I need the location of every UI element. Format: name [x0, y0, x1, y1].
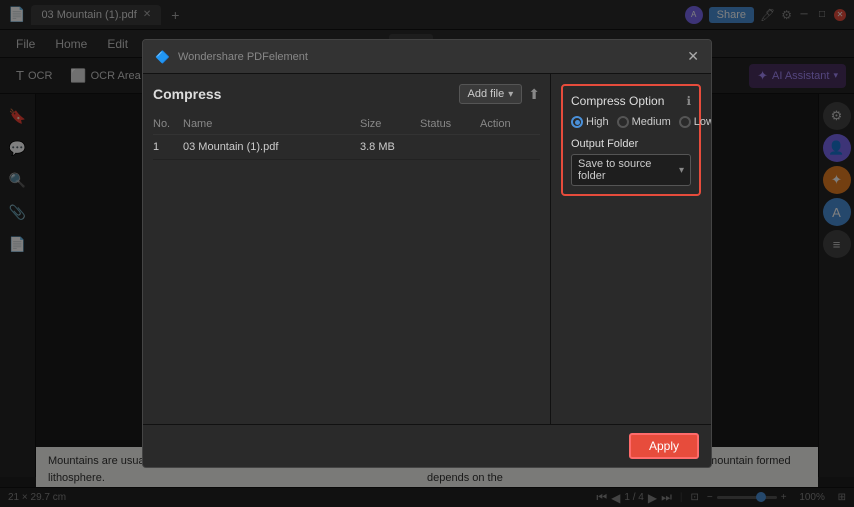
radio-medium-dot	[617, 116, 629, 128]
file-list-header: Compress Add file ▾ ⬆	[153, 84, 540, 104]
radio-low-dot	[679, 116, 691, 128]
compress-modal: 🔷 Wondershare PDFelement ✕ Compress Add …	[142, 39, 712, 468]
radio-medium[interactable]: Medium	[617, 116, 671, 128]
output-folder-chevron-icon: ▾	[679, 165, 684, 176]
col-status: Status	[420, 118, 480, 130]
file-list-actions: Add file ▾ ⬆	[459, 84, 540, 104]
radio-medium-label: Medium	[632, 116, 671, 128]
modal-body: Compress Add file ▾ ⬆ No. Name Size	[143, 74, 711, 424]
file-table: No. Name Size Status Action 1 03 Mountai…	[153, 114, 540, 160]
radio-high-dot	[571, 116, 583, 128]
modal-header: 🔷 Wondershare PDFelement ✕	[143, 40, 711, 74]
add-file-label: Add file	[468, 88, 505, 100]
radio-high-label: High	[586, 116, 609, 128]
quality-radio-group: High Medium Low	[571, 116, 691, 128]
col-size: Size	[360, 118, 420, 130]
row-no: 1	[153, 141, 183, 153]
modal-footer: Apply	[143, 424, 711, 467]
row-name: 03 Mountain (1).pdf	[183, 141, 360, 153]
add-file-button[interactable]: Add file ▾	[459, 84, 523, 104]
apply-button[interactable]: Apply	[629, 433, 699, 459]
file-list-panel: Compress Add file ▾ ⬆ No. Name Size	[143, 74, 551, 424]
upload-icon[interactable]: ⬆	[528, 86, 540, 103]
compress-info-icon[interactable]: ℹ	[686, 94, 691, 108]
row-size: 3.8 MB	[360, 141, 420, 153]
radio-low[interactable]: Low	[679, 116, 712, 128]
compress-title: Compress	[153, 86, 221, 102]
compress-options-title: Compress Option	[571, 94, 664, 108]
add-file-dropdown-icon: ▾	[508, 89, 513, 100]
table-row: 1 03 Mountain (1).pdf 3.8 MB	[153, 135, 540, 160]
compress-options-section: Compress Option ℹ High Medium	[561, 84, 701, 196]
table-header: No. Name Size Status Action	[153, 114, 540, 135]
output-folder-label: Output Folder	[571, 138, 691, 150]
radio-low-label: Low	[694, 116, 712, 128]
col-action: Action	[480, 118, 540, 130]
wondershare-logo-icon: 🔷	[155, 50, 170, 64]
modal-app-name-text: Wondershare PDFelement	[178, 51, 308, 63]
col-name: Name	[183, 118, 360, 130]
output-folder-value: Save to source folder	[578, 158, 679, 182]
radio-high[interactable]: High	[571, 116, 609, 128]
modal-overlay: 🔷 Wondershare PDFelement ✕ Compress Add …	[0, 0, 854, 507]
modal-close-button[interactable]: ✕	[687, 48, 699, 65]
col-no: No.	[153, 118, 183, 130]
modal-app-name: 🔷 Wondershare PDFelement	[155, 50, 308, 64]
output-folder-select[interactable]: Save to source folder ▾	[571, 154, 691, 186]
options-panel: Compress Option ℹ High Medium	[551, 74, 711, 424]
options-section-header: Compress Option ℹ	[571, 94, 691, 108]
